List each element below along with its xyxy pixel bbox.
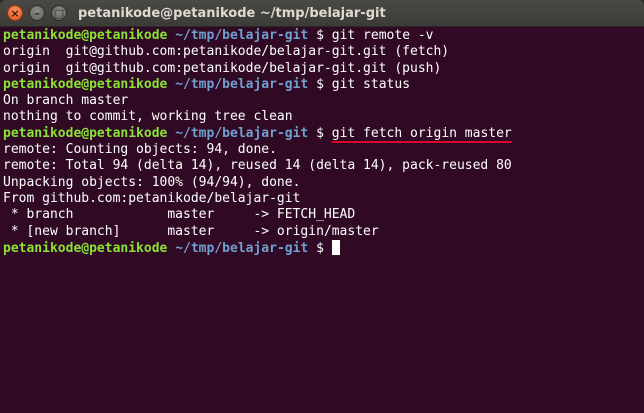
command-text: git remote -v: [331, 28, 434, 43]
title-bar[interactable]: × – □ petanikode@petanikode ~/tmp/belaja…: [0, 0, 644, 27]
prompt-path: ~/tmp/belajar-git: [175, 76, 309, 92]
output-line: * [new branch] master -> origin/master: [3, 224, 644, 240]
output-line: origin git@github.com:petanikode/belajar…: [3, 61, 644, 77]
prompt-user: petanikode@petanikode: [3, 240, 168, 256]
prompt-path: ~/tmp/belajar-git: [175, 125, 309, 141]
output-line: origin git@github.com:petanikode/belajar…: [3, 44, 644, 60]
command-text: git fetch origin master: [331, 125, 512, 143]
close-icon: ×: [10, 7, 20, 20]
output-text: remote: Total 94 (delta 14), reused 14 (…: [3, 158, 512, 174]
output-text: nothing to commit, working tree clean: [3, 109, 293, 125]
prompt-line: petanikode@petanikode ~/tmp/belajar-git …: [3, 239, 644, 256]
minimize-button[interactable]: –: [29, 5, 45, 21]
prompt-user: petanikode@petanikode: [3, 125, 168, 141]
prompt-line: petanikode@petanikode ~/tmp/belajar-git …: [3, 77, 644, 93]
output-text: origin git@github.com:petanikode/belajar…: [3, 60, 442, 76]
minimize-icon: –: [34, 7, 40, 20]
window-title: petanikode@petanikode ~/tmp/belajar-git: [78, 6, 386, 21]
output-text: From github.com:petanikode/belajar-git: [3, 190, 301, 206]
prompt-path: ~/tmp/belajar-git: [175, 28, 309, 43]
output-text: Unpacking objects: 100% (94/94), done.: [3, 174, 301, 190]
terminal-window: × – □ petanikode@petanikode ~/tmp/belaja…: [0, 0, 644, 413]
output-text: * [new branch] master -> origin/master: [3, 223, 379, 239]
output-line: Unpacking objects: 100% (94/94), done.: [3, 175, 644, 191]
prompt-path: ~/tmp/belajar-git: [175, 240, 309, 256]
maximize-button[interactable]: □: [51, 5, 67, 21]
prompt-user: petanikode@petanikode: [3, 76, 168, 92]
prompt-symbol: $: [316, 125, 324, 141]
output-line: remote: Total 94 (delta 14), reused 14 (…: [3, 158, 644, 174]
prompt-line: petanikode@petanikode ~/tmp/belajar-git …: [3, 28, 644, 44]
output-text: * branch master -> FETCH_HEAD: [3, 207, 356, 223]
terminal-output[interactable]: petanikode@petanikode ~/tmp/belajar-git …: [3, 27, 644, 413]
prompt-symbol: $: [316, 28, 324, 43]
output-line: remote: Counting objects: 94, done.: [3, 142, 644, 158]
prompt-user: petanikode@petanikode: [3, 28, 168, 43]
prompt-line: petanikode@petanikode ~/tmp/belajar-git …: [3, 125, 644, 143]
text-cursor: [331, 239, 340, 255]
output-text: origin git@github.com:petanikode/belajar…: [3, 44, 450, 60]
output-line: On branch master: [3, 93, 644, 109]
prompt-symbol: $: [316, 76, 324, 92]
output-text: remote: Counting objects: 94, done.: [3, 142, 277, 158]
output-line: From github.com:petanikode/belajar-git: [3, 191, 644, 207]
output-line: * branch master -> FETCH_HEAD: [3, 207, 644, 223]
prompt-symbol: $: [316, 240, 324, 256]
output-text: On branch master: [3, 93, 129, 109]
close-button[interactable]: ×: [7, 5, 23, 21]
maximize-icon: □: [53, 7, 65, 20]
output-line: nothing to commit, working tree clean: [3, 109, 644, 125]
command-text: git status: [331, 76, 411, 92]
